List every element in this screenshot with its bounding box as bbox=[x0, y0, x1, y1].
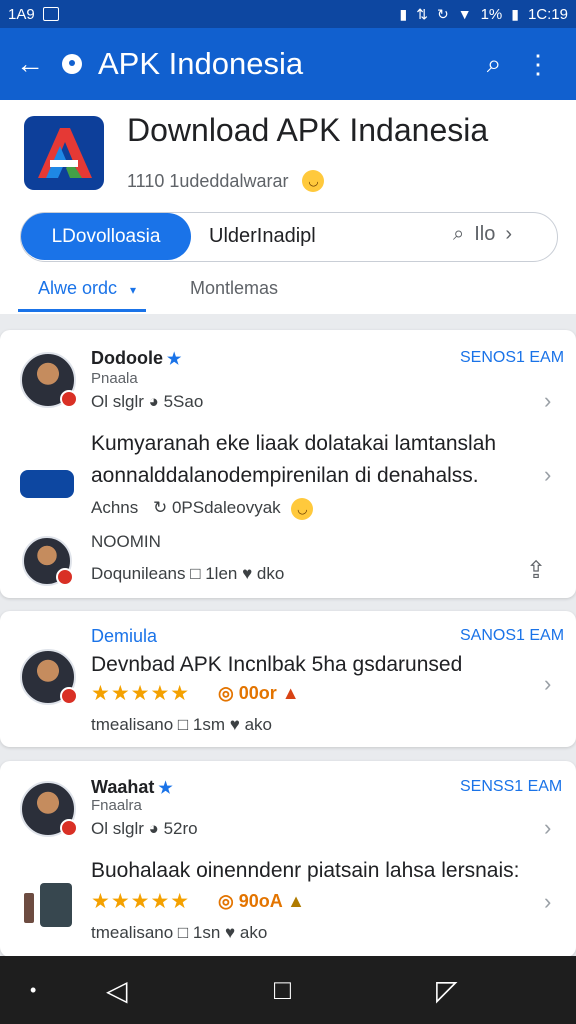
post-card[interactable]: Waahat ★ Fnaalra Ol slglr ◕ 52ro SENSS1 E… bbox=[0, 761, 576, 957]
status-bar: 1A9 ▮ ⇅ ↻ ▼ 1% ▮ 1C:19 bbox=[0, 0, 576, 28]
chevron-right-icon[interactable]: › bbox=[544, 462, 551, 488]
chevron-right-icon[interactable]: › bbox=[544, 815, 551, 841]
flag-icon: ▲ bbox=[287, 891, 305, 911]
dot-icon: • bbox=[30, 980, 37, 1000]
data-icon: ⇅ bbox=[416, 5, 428, 22]
rating-text: ◎ 90oA ▲ bbox=[218, 891, 305, 912]
app-bar-title: APK Indonesia bbox=[98, 46, 304, 81]
system-nav-bar: • ◁ □ ◸ bbox=[0, 956, 576, 1024]
badge-icon bbox=[60, 819, 78, 837]
post-body: Buohalaak oinenndenr piatsain lahsa lers… bbox=[91, 859, 520, 882]
badge-icon bbox=[56, 568, 74, 586]
rating-text: ◎ 00or ▲ bbox=[218, 683, 300, 704]
recents-icon[interactable]: ◸ bbox=[436, 974, 458, 1007]
battery-icon: ▮ bbox=[511, 5, 519, 22]
post-author: Dodoole ★ bbox=[91, 348, 181, 369]
segment-control: LDovolloasia UlderInadipl ⌕ Ilo › bbox=[20, 212, 558, 262]
verified-star-icon: ★ bbox=[167, 351, 182, 368]
comment-author: NOOMIN bbox=[91, 532, 161, 551]
post-author-name[interactable]: Demiula bbox=[91, 626, 157, 647]
emoji-icon: ◡ bbox=[302, 170, 325, 192]
badge-icon bbox=[60, 687, 78, 705]
segment-second[interactable]: UlderInadipl bbox=[209, 225, 316, 248]
subtab-active[interactable]: Alwe ordc ▾ bbox=[18, 272, 146, 312]
post-link[interactable]: SANOS1 EAM bbox=[460, 627, 564, 645]
post-subtitle: Pnaala bbox=[91, 370, 138, 387]
chevron-right-icon[interactable]: › bbox=[544, 388, 551, 414]
image-notification-icon bbox=[42, 7, 59, 21]
post-body-line2: aonnalddalanodempirenilan di denahalss. bbox=[91, 464, 479, 487]
coin-icon: ◎ bbox=[218, 683, 234, 703]
post-author-line: Achns ↻ 0PSdaleovyak ◡ bbox=[91, 498, 314, 520]
avatar[interactable] bbox=[20, 352, 78, 408]
verified-star-icon: ★ bbox=[158, 780, 173, 797]
post-body-line1: Kumyaranah eke liaak dolatakai lamtansla… bbox=[91, 432, 497, 455]
post-link[interactable]: SENOS1 EAM bbox=[460, 349, 564, 367]
sync-icon: ↻ bbox=[152, 498, 168, 517]
home-icon[interactable]: □ bbox=[274, 974, 291, 1006]
sub-tabs: Alwe ordc ▾ Montlemas bbox=[18, 272, 558, 312]
app-thumb-icon bbox=[20, 470, 74, 498]
fire-icon: ▲ bbox=[281, 683, 300, 703]
post-meta: Ol slglr ◕ 5Sao bbox=[91, 392, 204, 411]
search-icon[interactable]: ⌕ bbox=[472, 48, 516, 80]
subtab-second[interactable]: Montlemas bbox=[190, 278, 278, 299]
post-author: Waahat ★ bbox=[91, 777, 173, 798]
app-bar-logo-icon bbox=[62, 54, 82, 74]
post-card[interactable]: Demiula SANOS1 EAM Devnbad APK Incnlbak … bbox=[0, 611, 576, 747]
chevron-right-icon[interactable]: › bbox=[544, 671, 551, 697]
subtab-active-label: Alwe ordc bbox=[38, 278, 118, 298]
search-icon: ⌕ bbox=[453, 223, 465, 245]
comment-meta: Doqunileans □ 1len ♥ dko bbox=[91, 564, 285, 583]
device-thumb-icon bbox=[24, 883, 72, 929]
post-secondary-meta: 0PSdaleovyak bbox=[171, 498, 281, 517]
rating-value: 00or bbox=[238, 683, 277, 703]
app-bar: ← APK Indonesia ⌕ ⋮ bbox=[0, 28, 576, 100]
post-meta: tmealisano □ 1sn ♥ ako bbox=[91, 923, 268, 942]
post-secondary-author: Achns bbox=[91, 498, 139, 517]
post-author-name[interactable]: Dodoole bbox=[91, 348, 163, 368]
back-arrow-icon[interactable]: ← bbox=[16, 48, 52, 80]
post-meta: tmealisano □ 1sm ♥ ako bbox=[91, 715, 272, 734]
badge-icon bbox=[60, 390, 78, 408]
app-header-subtitle: 1110 1udeddalwarar ◡ bbox=[127, 170, 325, 192]
post-link[interactable]: SENSS1 EAM bbox=[460, 778, 562, 796]
share-icon[interactable]: ⇪ bbox=[526, 556, 546, 585]
avatar[interactable] bbox=[20, 649, 78, 705]
battery-percent: 1% bbox=[480, 5, 503, 23]
status-clock: 1C:19 bbox=[527, 5, 568, 23]
app-header: Download APK Indanesia 1110 1udeddalwara… bbox=[0, 100, 576, 314]
rating-value: 90oA bbox=[238, 891, 283, 911]
post-meta: Ol slglr ◕ 52ro bbox=[91, 819, 198, 838]
post-subtitle: Fnaalra bbox=[91, 797, 142, 814]
chevron-right-icon[interactable]: › bbox=[544, 889, 551, 915]
post-card[interactable]: Dodoole ★ Pnaala Ol slglr ◕ 5Sao SENOS1 E… bbox=[0, 330, 576, 598]
segment-search[interactable]: ⌕ Ilo › bbox=[453, 223, 512, 246]
rating-stars: ★★★★★ bbox=[91, 682, 191, 705]
post-body: Devnbad APK Incnlbak 5ha gsdarunsed bbox=[91, 653, 463, 676]
emoji-icon: ◡ bbox=[291, 498, 314, 520]
chevron-down-icon: ▾ bbox=[130, 283, 137, 297]
post-author-name[interactable]: Waahat bbox=[91, 777, 154, 797]
avatar[interactable] bbox=[20, 781, 78, 837]
segment-search-text: Ilo bbox=[474, 223, 496, 245]
segment-download[interactable]: LDovolloasia bbox=[21, 213, 191, 260]
back-icon[interactable]: ◁ bbox=[106, 974, 128, 1007]
status-time: 1A9 bbox=[8, 5, 35, 23]
app-header-title: Download APK Indanesia bbox=[127, 112, 489, 148]
rating-stars: ★★★★★ bbox=[91, 890, 191, 913]
app-logo bbox=[24, 116, 104, 190]
coin-icon: ◎ bbox=[218, 891, 234, 911]
more-options-icon[interactable]: ⋮ bbox=[516, 49, 560, 80]
app-header-subtitle-text: 1110 1udeddalwarar bbox=[127, 170, 289, 191]
wifi-icon: ▼ bbox=[457, 6, 472, 22]
sync-icon: ↻ bbox=[436, 5, 449, 22]
vibrate-icon: ▮ bbox=[399, 5, 408, 22]
avatar[interactable] bbox=[22, 536, 74, 586]
chevron-right-icon: › bbox=[505, 223, 512, 245]
